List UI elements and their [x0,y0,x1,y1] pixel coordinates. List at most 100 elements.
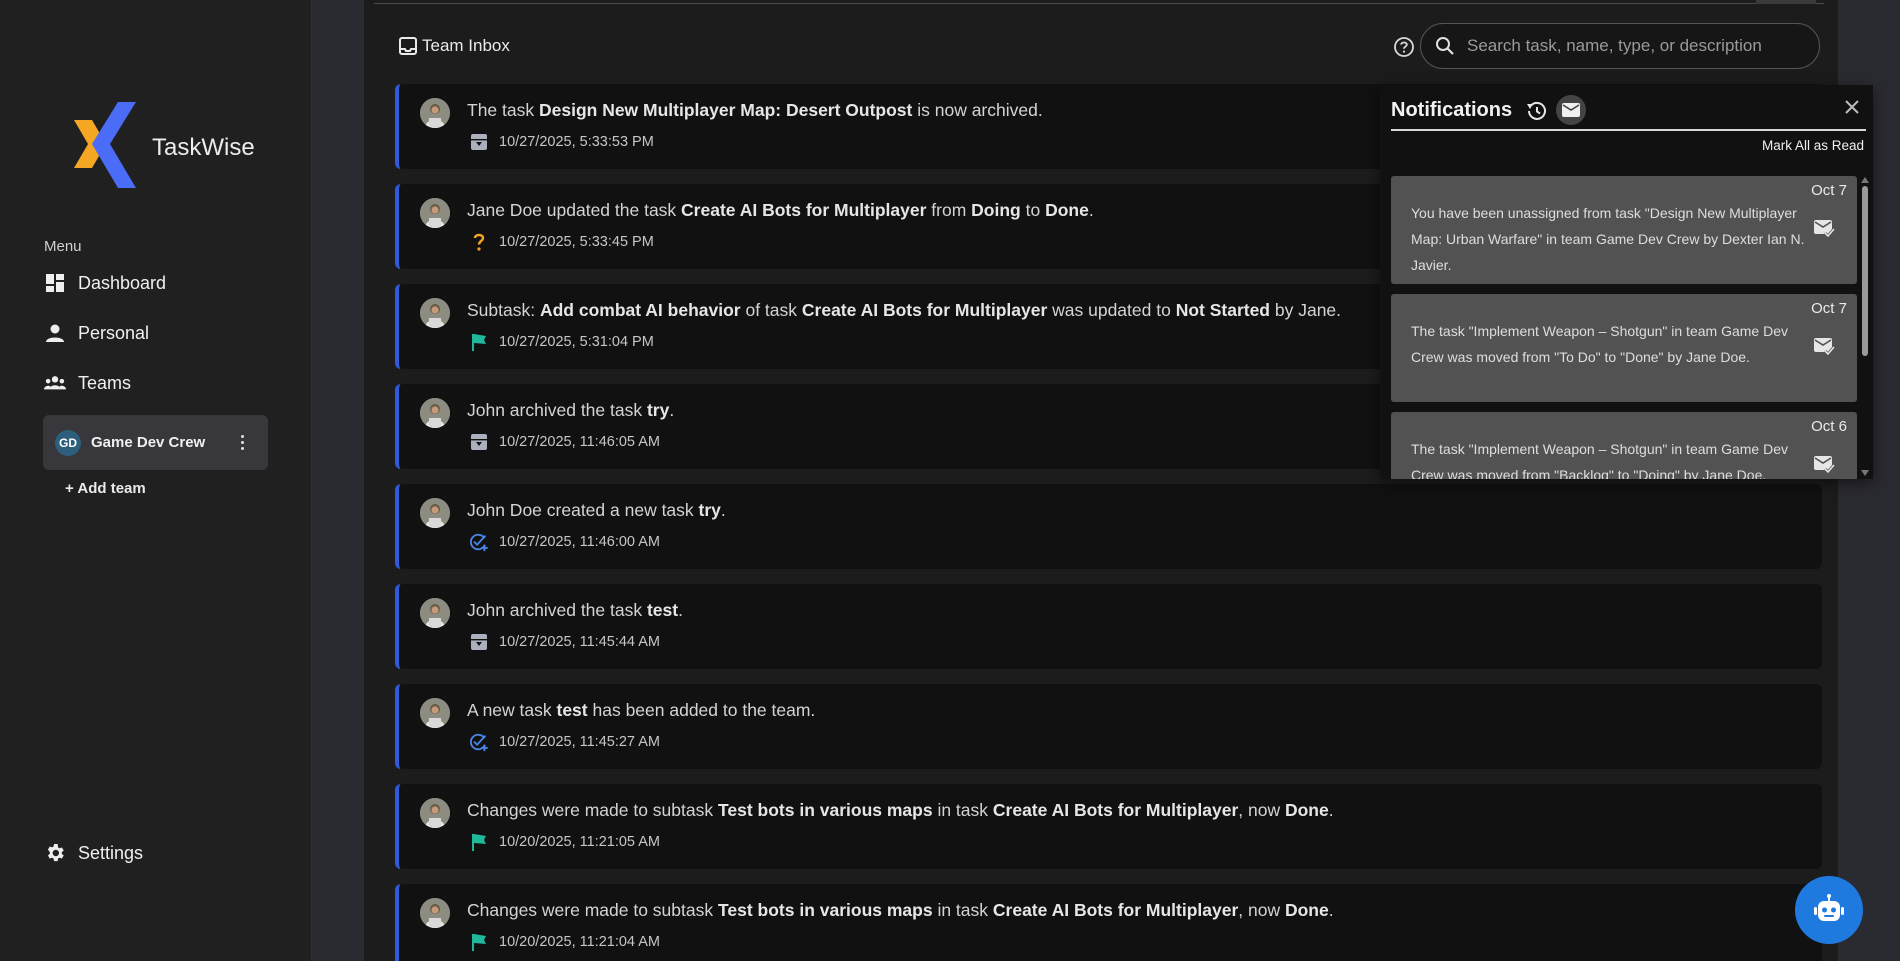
history-icon[interactable] [1524,99,1548,123]
help-icon[interactable] [1393,36,1415,58]
notification-date: Oct 7 [1811,182,1847,199]
sidebar-item-label: Dashboard [78,272,167,293]
feed-message-text: in task [932,800,993,820]
feed-timestamp: 10/27/2025, 11:45:27 AM [499,734,660,750]
notification-message: The task "Implement Weapon – Shotgun" in… [1411,441,1788,479]
avatar [420,398,450,428]
feed-message-text: Changes were made to subtask [467,900,718,920]
feed-meta: 10/20/2025, 11:21:05 AM [469,832,660,852]
feed-message: Jane Doe updated the task Create AI Bots… [467,200,1094,221]
notification-item[interactable]: Oct 7 You have been unassigned from task… [1391,176,1857,284]
search-box[interactable] [1420,23,1820,69]
feed-message-text: in task [932,900,993,920]
feed-message-text: is now archived. [912,100,1043,120]
feed-message-highlight: Done [1045,200,1089,220]
feed-message-highlight: Doing [971,200,1021,220]
feed-item[interactable]: A new task test has been added to the te… [395,684,1822,769]
feed-message-highlight: Test bots in various maps [717,800,933,820]
task-added-icon [469,732,489,752]
archive-icon [469,132,489,152]
feed-timestamp: 10/27/2025, 11:46:05 AM [499,434,660,450]
feed-meta: 10/27/2025, 11:46:00 AM [469,532,660,552]
add-team-button[interactable]: + Add team [65,480,146,497]
person-icon [44,322,66,344]
feed-timestamp: 10/27/2025, 11:46:00 AM [499,534,660,550]
feed-message-text: of task [740,300,802,320]
notification-message: The task "Implement Weapon – Shotgun" in… [1411,323,1788,365]
mark-read-icon[interactable] [1813,336,1835,356]
feed-message: The task Design New Multiplayer Map: Des… [467,100,1043,121]
feed-message-text: Subtask: [467,300,540,320]
feed-message-text: Changes were made to subtask [467,800,718,820]
teams-icon [44,372,66,394]
more-options-icon[interactable] [230,428,254,458]
sidebar-item-settings[interactable]: Settings [44,833,264,873]
feed-message-highlight: Create AI Bots for Multiplayer [992,800,1239,820]
feed-message: John Doe created a new task try. [467,500,726,521]
feed-item[interactable]: Changes were made to subtask Test bots i… [395,784,1822,869]
dashboard-icon [44,272,66,294]
taskwise-logo [74,102,136,188]
robot-icon [1814,894,1844,921]
sidebar-item-dashboard[interactable]: Dashboard [44,263,264,303]
flag-icon [469,932,489,952]
feed-message-text: Jane Doe updated the task [467,200,682,220]
feed-message-highlight: Design New Multiplayer Map: Desert Outpo… [538,100,913,120]
feed-item[interactable]: John Doe created a new task try. 10/27/20… [395,484,1822,569]
mark-read-toggle-button[interactable] [1556,95,1586,125]
avatar [420,898,450,928]
feed-message-text: to [1020,200,1046,220]
gear-icon [44,842,66,864]
scrollbar-thumb[interactable] [1862,186,1868,356]
assistant-bot-button[interactable] [1795,876,1863,944]
sidebar-item-personal[interactable]: Personal [44,313,264,353]
mark-all-read-button[interactable]: Mark All as Read [1762,138,1864,153]
notification-item[interactable]: Oct 6 The task "Implement Weapon – Shotg… [1391,412,1857,479]
feed-meta: 10/27/2025, 11:46:05 AM [469,432,660,452]
notifications-title: Notifications [1391,99,1513,121]
settings-label: Settings [78,842,144,863]
mail-check-icon [1562,103,1580,117]
search-input[interactable] [1467,36,1797,56]
feed-message-text: The task [467,100,539,120]
feed-message-text: . [1088,200,1094,220]
feed-meta: 10/27/2025, 11:45:44 AM [469,632,660,652]
feed-message-text: . [669,400,675,420]
feed-message-text: A new task [467,700,557,720]
feed-message-text: . [1328,800,1334,820]
avatar [420,198,450,228]
feed-message: John archived the task test. [467,600,683,621]
archive-icon [469,432,489,452]
notification-message: You have been unassigned from task "Desi… [1411,205,1805,273]
close-icon[interactable] [1842,97,1862,117]
team-avatar: GD [55,429,81,456]
feed-message: John archived the task try. [467,400,674,421]
divider [1756,0,1816,4]
feed-message-highlight: Add combat AI behavior [539,300,741,320]
feed-message-highlight: Not Started [1175,300,1270,320]
feed-timestamp: 10/27/2025, 5:31:04 PM [499,334,654,350]
feed-item[interactable]: John archived the task test. 10/27/2025, … [395,584,1822,669]
feed-message-text: has been added to the team. [587,700,816,720]
mark-read-icon[interactable] [1813,454,1835,474]
notification-item[interactable]: Oct 7 The task "Implement Weapon – Shotg… [1391,294,1857,402]
inbox-icon [398,36,418,56]
question-icon [469,232,489,252]
team-item-game-dev-crew[interactable]: GD Game Dev Crew [43,415,268,470]
notifications-scrollbar[interactable] [1860,176,1870,477]
feed-message-text: . [1328,900,1334,920]
divider [1391,129,1866,131]
feed-meta: 10/27/2025, 5:33:53 PM [469,132,654,152]
feed-timestamp: 10/20/2025, 11:21:04 AM [499,934,660,950]
feed-message-text: . [720,500,726,520]
flag-icon [469,332,489,352]
task-added-icon [469,532,489,552]
feed-meta: 10/20/2025, 11:21:04 AM [469,932,660,952]
feed-item[interactable]: Changes were made to subtask Test bots i… [395,884,1822,961]
sidebar-item-teams[interactable]: Teams [44,363,264,403]
feed-meta: 10/27/2025, 11:45:27 AM [469,732,660,752]
feed-timestamp: 10/27/2025, 11:45:44 AM [499,634,660,650]
sidebar-item-label: Personal [78,322,150,343]
mark-read-icon[interactable] [1813,218,1835,238]
archive-icon [469,632,489,652]
